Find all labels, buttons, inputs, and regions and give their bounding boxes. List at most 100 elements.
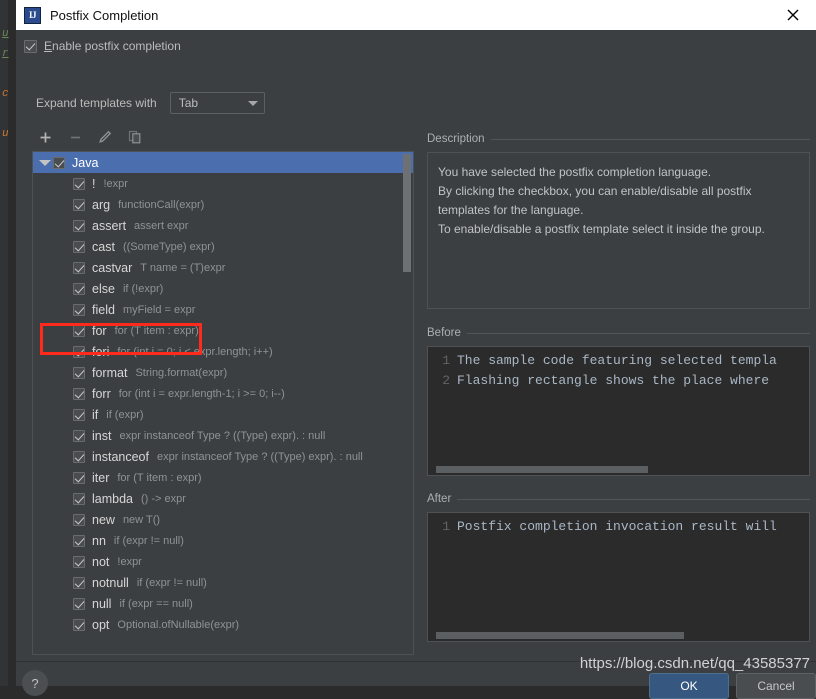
expand-templates-select[interactable]: Tab bbox=[169, 92, 265, 114]
divider bbox=[457, 498, 810, 500]
tree-item-description: if (expr != null) bbox=[113, 534, 184, 547]
tree-scrollbar-thumb[interactable] bbox=[403, 154, 411, 272]
tree-item-name: not bbox=[92, 554, 110, 569]
code-text: Postfix completion invocation result wil… bbox=[457, 519, 777, 534]
tree-item-checkbox[interactable] bbox=[73, 492, 85, 505]
tree-item-for[interactable]: for for (T item : expr) bbox=[33, 320, 413, 341]
tree-item-name: ! bbox=[92, 176, 96, 191]
tree-item-fori[interactable]: fori for (int i = 0; i < expr.length; i++… bbox=[33, 341, 413, 362]
tree-item-checkbox[interactable] bbox=[73, 261, 85, 274]
tree-item-checkbox[interactable] bbox=[73, 387, 85, 400]
tree-item-checkbox[interactable] bbox=[73, 555, 85, 568]
after-header: After bbox=[427, 492, 810, 506]
tree-item-null[interactable]: null if (expr == null) bbox=[33, 593, 413, 614]
tree-item-else[interactable]: else if (!expr) bbox=[33, 278, 413, 299]
code-line: 2 Flashing rectangle shows the place whe… bbox=[428, 371, 809, 391]
close-icon[interactable] bbox=[770, 0, 816, 30]
tree-group-checkbox[interactable] bbox=[53, 156, 65, 169]
ok-button[interactable]: OK bbox=[649, 673, 729, 699]
tree-item-new[interactable]: new new T() bbox=[33, 509, 413, 530]
tree-item-checkbox[interactable] bbox=[73, 177, 85, 190]
enable-postfix-completion-row[interactable]: Enable postfix completion bbox=[24, 39, 181, 53]
tree-item-arg[interactable]: arg functionCall(expr) bbox=[33, 194, 413, 215]
tree-item-opt[interactable]: opt Optional.ofNullable(expr) bbox=[33, 614, 413, 635]
description-line: You have selected the postfix completion… bbox=[438, 165, 712, 179]
divider bbox=[466, 332, 810, 334]
tree-item-checkbox[interactable] bbox=[73, 429, 85, 442]
tree-item-lambda[interactable]: lambda () -> expr bbox=[33, 488, 413, 509]
tree-item-name: notnull bbox=[92, 575, 129, 590]
after-horizontal-scrollbar[interactable] bbox=[436, 632, 801, 639]
remove-button[interactable] bbox=[62, 126, 88, 148]
tree-item-checkbox[interactable] bbox=[73, 303, 85, 316]
tree-item-format[interactable]: format String.format(expr) bbox=[33, 362, 413, 383]
tree-item-checkbox[interactable] bbox=[73, 471, 85, 484]
before-title: Before bbox=[427, 327, 461, 339]
copy-icon[interactable] bbox=[122, 126, 148, 148]
description-title: Description bbox=[427, 133, 485, 145]
enable-postfix-completion-checkbox[interactable] bbox=[24, 39, 37, 53]
tree-item-checkbox[interactable] bbox=[73, 324, 85, 337]
tree-item-[interactable]: ! !expr bbox=[33, 173, 413, 194]
tree-item-name: assert bbox=[92, 218, 127, 233]
chevron-down-icon bbox=[242, 100, 264, 106]
tree-item-checkbox[interactable] bbox=[73, 345, 85, 358]
bg-code-fragment: u bbox=[2, 28, 9, 40]
tree-item-not[interactable]: not !expr bbox=[33, 551, 413, 572]
tree-item-instanceof[interactable]: instanceof expr instanceof Type ? ((Type)… bbox=[33, 446, 413, 467]
postfix-templates-tree[interactable]: Java! !expr arg functionCall(expr) assert ass… bbox=[32, 151, 414, 655]
tree-item-nn[interactable]: nn if (expr != null) bbox=[33, 530, 413, 551]
tree-item-assert[interactable]: assert assert expr bbox=[33, 215, 413, 236]
before-scrollbar-thumb[interactable] bbox=[436, 466, 648, 473]
tree-item-iter[interactable]: iter for (T item : expr) bbox=[33, 467, 413, 488]
tree-item-notnull[interactable]: notnull if (expr != null) bbox=[33, 572, 413, 593]
before-horizontal-scrollbar[interactable] bbox=[436, 466, 801, 473]
pencil-icon[interactable] bbox=[92, 126, 118, 148]
tree-item-description: myField = expr bbox=[122, 303, 196, 316]
line-number: 1 bbox=[442, 519, 450, 534]
expand-templates-label: Expand templates with bbox=[36, 96, 157, 110]
tree-group-java[interactable]: Java bbox=[33, 152, 413, 173]
tree-item-name: forr bbox=[92, 386, 111, 401]
tree-item-description: ((SomeType) expr) bbox=[122, 240, 215, 253]
tree-item-checkbox[interactable] bbox=[73, 534, 85, 547]
tree-item-checkbox[interactable] bbox=[73, 198, 85, 211]
code-text: The sample code featuring selected templ… bbox=[457, 353, 777, 368]
tree-item-cast[interactable]: cast ((SomeType) expr) bbox=[33, 236, 413, 257]
cancel-button[interactable]: Cancel bbox=[736, 673, 816, 699]
before-code-editor[interactable]: 1 The sample code featuring selected tem… bbox=[427, 346, 810, 476]
tree-item-checkbox[interactable] bbox=[73, 597, 85, 610]
tree-item-checkbox[interactable] bbox=[73, 219, 85, 232]
help-button[interactable]: ? bbox=[22, 670, 48, 696]
tree-item-checkbox[interactable] bbox=[73, 282, 85, 295]
tree-item-checkbox[interactable] bbox=[73, 366, 85, 379]
tree-item-description: if (expr) bbox=[106, 408, 144, 421]
tree-item-description: T name = (T)expr bbox=[140, 261, 226, 274]
after-code-editor[interactable]: 1 Postfix completion invocation result w… bbox=[427, 512, 810, 642]
tree-item-description: String.format(expr) bbox=[135, 366, 228, 379]
editor-gutter bbox=[0, 0, 8, 686]
tree-item-checkbox[interactable] bbox=[73, 576, 85, 589]
tree-item-checkbox[interactable] bbox=[73, 513, 85, 526]
tree-item-checkbox[interactable] bbox=[73, 450, 85, 463]
tree-item-if[interactable]: if if (expr) bbox=[33, 404, 413, 425]
tree-item-name: arg bbox=[92, 197, 111, 212]
after-scrollbar-thumb[interactable] bbox=[436, 632, 684, 639]
intellij-idea-icon: IJ bbox=[24, 6, 41, 24]
tree-item-name: new bbox=[92, 512, 115, 527]
tree-item-inst[interactable]: inst expr instanceof Type ? ((Type) expr)… bbox=[33, 425, 413, 446]
chevron-down-icon[interactable] bbox=[37, 159, 53, 166]
tree-toolbar bbox=[32, 125, 414, 149]
tree-item-checkbox[interactable] bbox=[73, 618, 85, 631]
tree-item-checkbox[interactable] bbox=[73, 408, 85, 421]
tree-scrollbar[interactable] bbox=[403, 153, 412, 653]
tree-item-field[interactable]: field myField = expr bbox=[33, 299, 413, 320]
tree-item-name: opt bbox=[92, 617, 110, 632]
tree-item-description: if (!expr) bbox=[122, 282, 164, 295]
tree-item-forr[interactable]: forr for (int i = expr.length-1; i >= 0; … bbox=[33, 383, 413, 404]
tree-item-description: if (expr != null) bbox=[136, 576, 207, 589]
add-button[interactable] bbox=[32, 126, 58, 148]
tree-item-castvar[interactable]: castvar T name = (T)expr bbox=[33, 257, 413, 278]
tree-item-description: functionCall(expr) bbox=[118, 198, 205, 211]
tree-item-checkbox[interactable] bbox=[73, 240, 85, 253]
